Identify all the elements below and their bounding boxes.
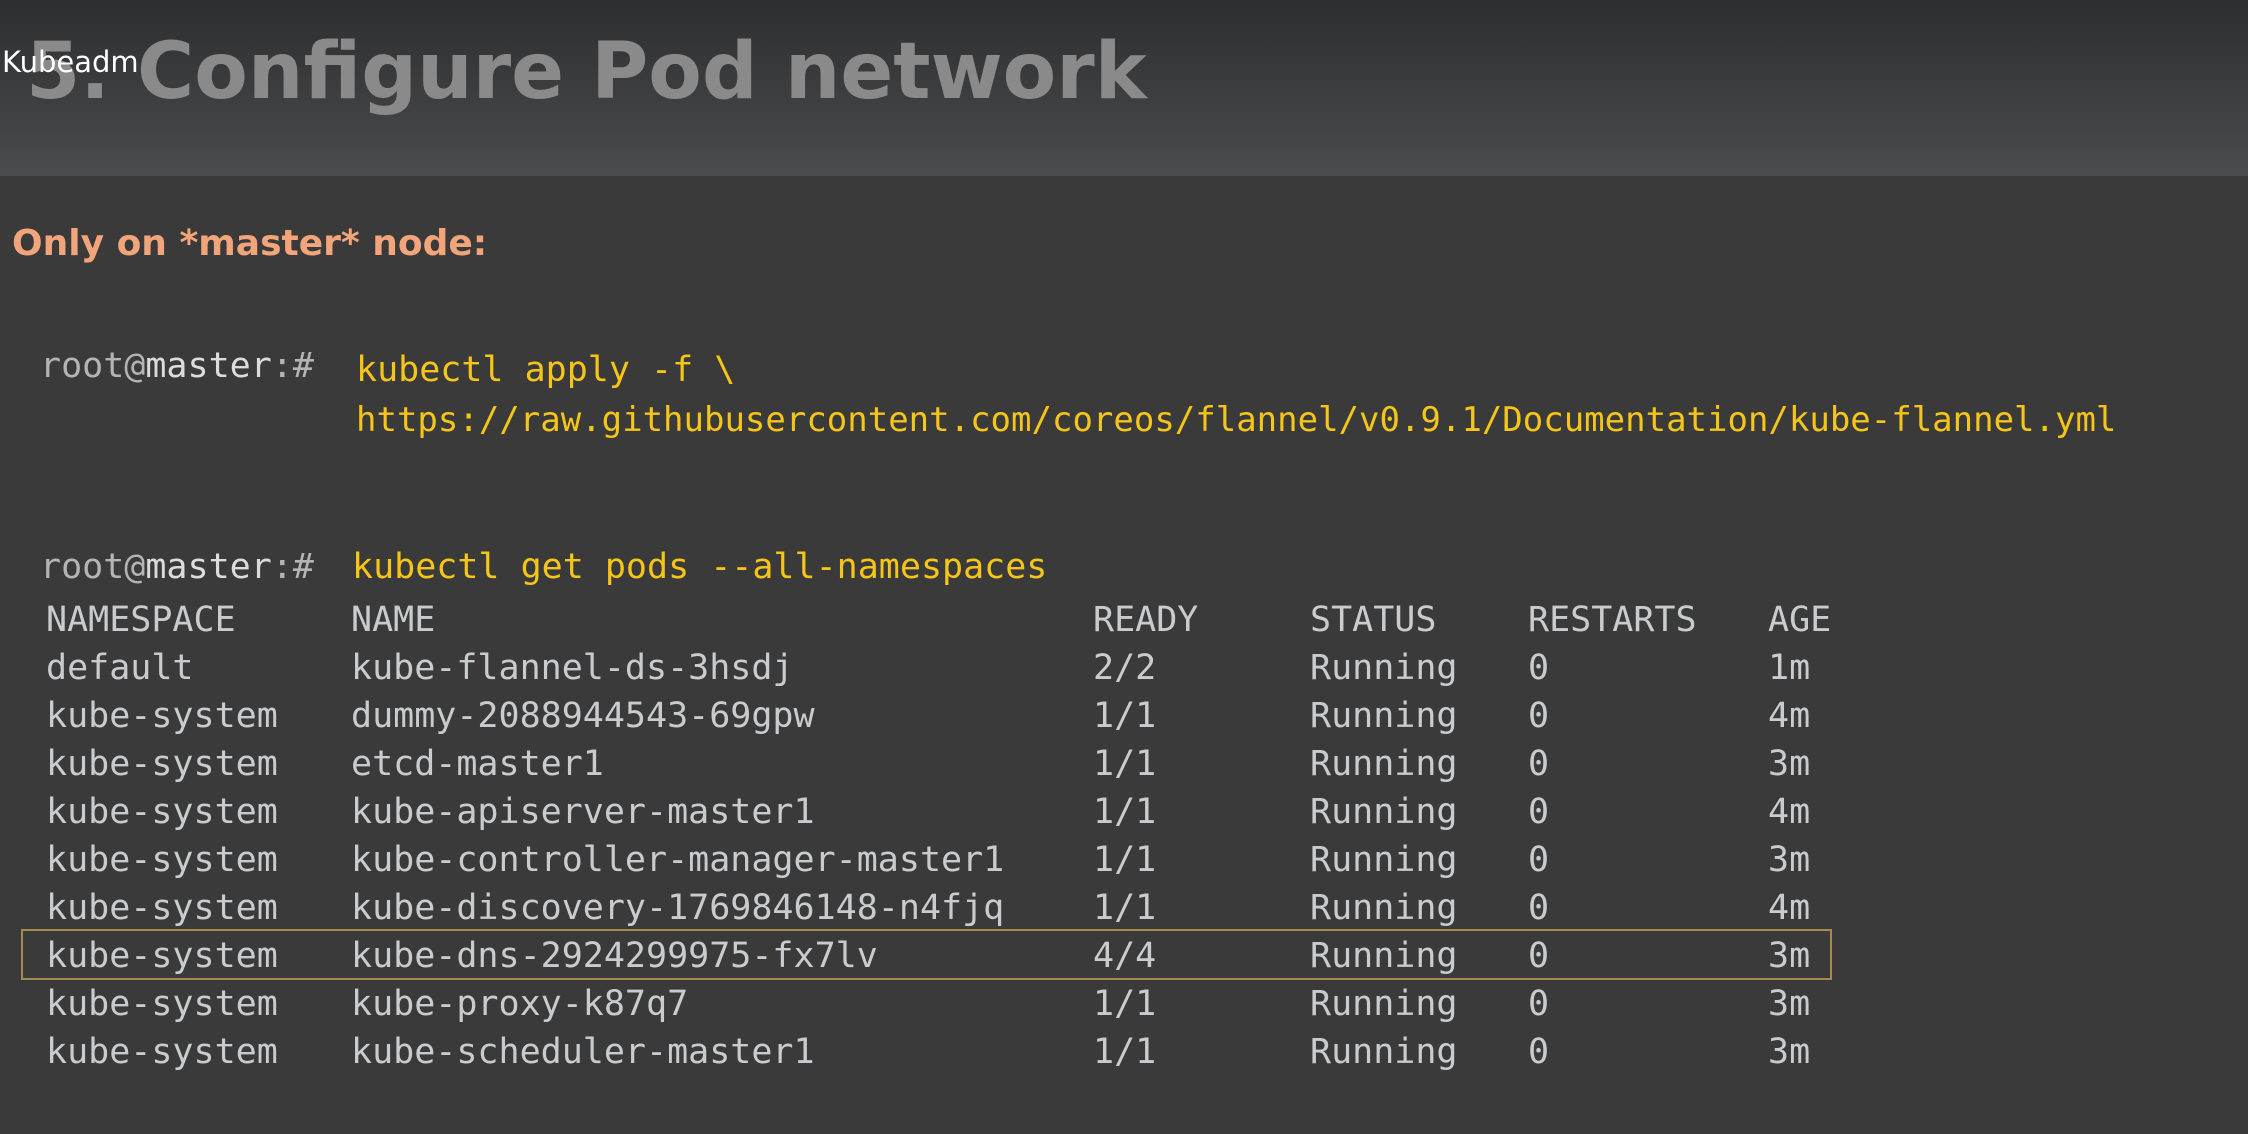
table-row: default kube-flannel-ds-3hsdj 2/2 Runnin… [46, 644, 1856, 692]
cell-ready: 1/1 [1093, 744, 1157, 784]
cell-restarts: 0 [1528, 696, 1550, 736]
cell-namespace: kube-system [46, 744, 278, 784]
table-row: kube-system etcd-master1 1/1 Running 0 3… [46, 740, 1856, 788]
cell-ready: 1/1 [1093, 984, 1157, 1024]
prompt-host: master [145, 547, 272, 587]
cell-status: Running [1310, 840, 1458, 880]
cell-name: kube-scheduler-master1 [351, 1032, 815, 1072]
table-row: kube-system kube-proxy-k87q7 1/1 Running… [46, 980, 1856, 1028]
table-row: kube-system dummy-2088944543-69gpw 1/1 R… [46, 692, 1856, 740]
cell-namespace: kube-system [46, 1032, 278, 1072]
table-row: kube-system kube-apiserver-master1 1/1 R… [46, 788, 1856, 836]
shell-prompt: root@master:# [40, 344, 314, 388]
prompt-user: root@ [40, 346, 146, 386]
cell-status: Running [1310, 744, 1458, 784]
cell-age: 4m [1768, 696, 1811, 736]
header-restarts: RESTARTS [1528, 600, 1697, 640]
apply-command-url: https://raw.githubusercontent.com/coreos… [356, 400, 2117, 440]
header-status: STATUS [1310, 600, 1437, 640]
video-caption: Kubeadm [2, 45, 139, 79]
cell-age: 3m [1768, 840, 1811, 880]
get-pods-command: kubectl get pods --all-namespaces [352, 547, 1048, 587]
cell-ready: 1/1 [1093, 888, 1157, 928]
cell-namespace: kube-system [46, 792, 278, 832]
cell-age: 3m [1768, 744, 1811, 784]
cell-namespace: kube-system [46, 888, 278, 928]
table-row: kube-system kube-controller-manager-mast… [46, 836, 1856, 884]
cell-name: dummy-2088944543-69gpw [351, 696, 815, 736]
table-row: kube-system kube-discovery-1769846148-n4… [46, 884, 1856, 932]
cell-restarts: 0 [1528, 840, 1550, 880]
cell-restarts: 0 [1528, 888, 1550, 928]
cell-status: Running [1310, 1032, 1458, 1072]
header-namespace: NAMESPACE [46, 600, 236, 640]
cell-namespace: kube-system [46, 696, 278, 736]
slide-title: 5. Configure Pod network [26, 27, 1147, 117]
cell-namespace: kube-system [46, 840, 278, 880]
cell-name: kube-proxy-k87q7 [351, 984, 689, 1024]
cell-name: kube-flannel-ds-3hsdj [351, 648, 794, 688]
cell-ready: 2/2 [1093, 648, 1157, 688]
cell-status: Running [1310, 984, 1458, 1024]
cell-status: Running [1310, 648, 1458, 688]
prompt-host: master [145, 346, 272, 386]
pods-table: NAMESPACE NAME READY STATUS RESTARTS AGE… [46, 596, 1856, 1076]
cell-age: 3m [1768, 984, 1811, 1024]
header-ready: READY [1093, 600, 1199, 640]
master-only-note: Only on *master* node: [12, 223, 488, 264]
cell-age: 4m [1768, 792, 1811, 832]
cell-restarts: 0 [1528, 648, 1550, 688]
cell-namespace: default [46, 648, 194, 688]
table-row: kube-system kube-scheduler-master1 1/1 R… [46, 1028, 1856, 1076]
cell-age: 4m [1768, 888, 1811, 928]
cell-name: kube-controller-manager-master1 [351, 840, 1005, 880]
cell-ready: 1/1 [1093, 840, 1157, 880]
cell-ready: 1/1 [1093, 1032, 1157, 1072]
cell-ready: 1/1 [1093, 792, 1157, 832]
table-header-row: NAMESPACE NAME READY STATUS RESTARTS AGE [46, 596, 1856, 644]
highlight-box [21, 929, 1832, 980]
cell-restarts: 0 [1528, 792, 1550, 832]
cell-age: 1m [1768, 648, 1811, 688]
cell-name: kube-discovery-1769846148-n4fjq [351, 888, 1005, 928]
prompt-suffix: :# [271, 547, 314, 587]
cell-age: 3m [1768, 1032, 1811, 1072]
cell-status: Running [1310, 696, 1458, 736]
cell-namespace: kube-system [46, 984, 278, 1024]
cell-status: Running [1310, 792, 1458, 832]
cell-restarts: 0 [1528, 744, 1550, 784]
cell-restarts: 0 [1528, 984, 1550, 1024]
cell-status: Running [1310, 888, 1458, 928]
prompt-user: root@ [40, 547, 146, 587]
shell-prompt: root@master:# [40, 545, 314, 589]
cell-name: etcd-master1 [351, 744, 604, 784]
cell-name: kube-apiserver-master1 [351, 792, 815, 832]
header-name: NAME [351, 600, 436, 640]
cell-restarts: 0 [1528, 1032, 1550, 1072]
cell-ready: 1/1 [1093, 696, 1157, 736]
prompt-suffix: :# [271, 346, 314, 386]
header-age: AGE [1768, 600, 1832, 640]
apply-command-line1: kubectl apply -f \ [356, 350, 736, 390]
